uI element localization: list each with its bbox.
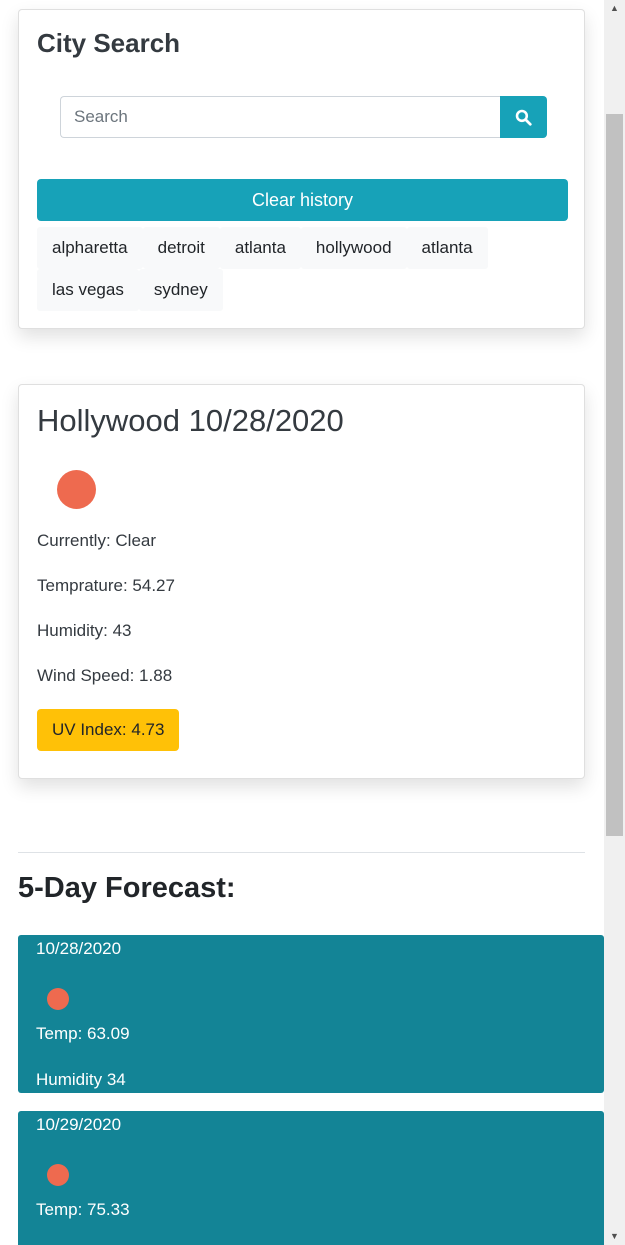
forecast-card: 10/28/2020 Temp: 63.09 Humidity 34 <box>18 935 604 1093</box>
forecast-temp: Temp: 63.09 <box>36 1024 130 1043</box>
city-search-card: City Search Clear history alpharetta det… <box>18 9 585 329</box>
forecast-heading: 5-Day Forecast: <box>18 872 236 904</box>
scroll-up-arrow-icon[interactable]: ▲ <box>604 0 625 17</box>
scrollbar-thumb[interactable] <box>606 114 623 836</box>
current-humidity: Humidity: 43 <box>37 621 132 640</box>
current-conditions: Currently: Clear <box>37 531 157 550</box>
history-item-sydney[interactable]: sydney <box>138 269 223 311</box>
forecast-humidity: Humidity 34 <box>36 1070 126 1089</box>
page: City Search Clear history alpharetta det… <box>0 0 625 1245</box>
forecast-card: 10/29/2020 Temp: 75.33 <box>18 1111 604 1245</box>
search-button[interactable] <box>500 96 547 138</box>
clear-history-button[interactable]: Clear history <box>37 179 568 221</box>
main-content: City Search Clear history alpharetta det… <box>0 0 604 1245</box>
history-item-hollywood[interactable]: hollywood <box>300 227 407 269</box>
current-temperature: Temprature: 54.27 <box>37 576 175 595</box>
forecast-temp: Temp: 75.33 <box>36 1200 130 1219</box>
search-input[interactable] <box>60 96 500 138</box>
history-item-atlanta[interactable]: atlanta <box>219 227 301 269</box>
vertical-scrollbar[interactable]: ▲ ▼ <box>604 0 625 1245</box>
current-city-title: Hollywood 10/28/2020 <box>37 403 344 438</box>
current-wind-speed: Wind Speed: 1.88 <box>37 666 173 685</box>
scroll-down-arrow-icon[interactable]: ▼ <box>604 1228 625 1245</box>
sun-icon <box>57 470 96 509</box>
current-weather-card: Hollywood 10/28/2020 Currently: Clear Te… <box>18 384 585 779</box>
forecast-date: 10/29/2020 <box>36 1115 122 1134</box>
sun-icon <box>47 988 69 1010</box>
sun-icon <box>47 1164 69 1186</box>
history-item-atlanta-2[interactable]: atlanta <box>406 227 488 269</box>
city-search-title: City Search <box>37 28 181 58</box>
search-icon <box>515 109 532 126</box>
history-item-detroit[interactable]: detroit <box>142 227 220 269</box>
section-divider <box>18 852 585 853</box>
forecast-date: 10/28/2020 <box>36 939 122 958</box>
uv-index-badge: UV Index: 4.73 <box>37 709 180 751</box>
search-history-list: alpharetta detroit atlanta hollywood atl… <box>37 227 568 311</box>
history-item-alpharetta[interactable]: alpharetta <box>37 227 143 269</box>
history-item-las-vegas[interactable]: las vegas <box>37 269 139 311</box>
